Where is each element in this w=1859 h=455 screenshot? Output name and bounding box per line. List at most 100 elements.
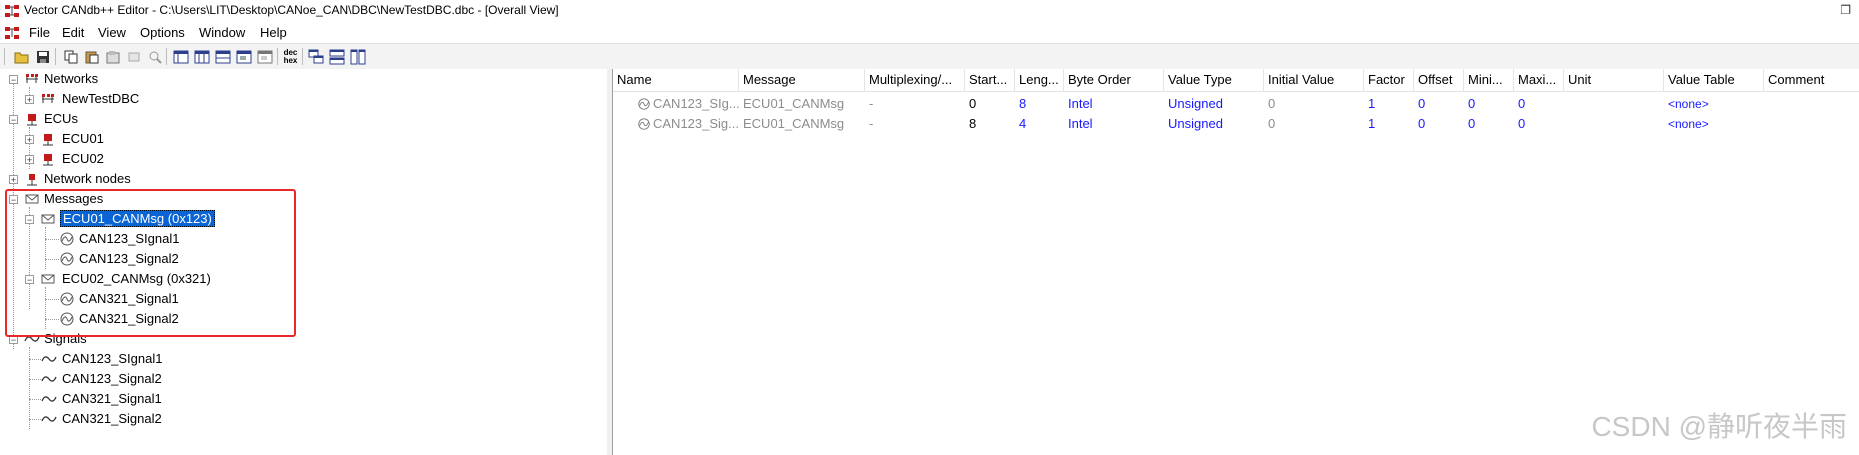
menu-bar: File Edit View Options Window Help	[0, 22, 1859, 43]
cell-maximum: 0	[1518, 96, 1526, 111]
col-unit[interactable]: Unit	[1564, 69, 1664, 91]
menu-edit[interactable]: Edit	[62, 25, 84, 40]
table-row[interactable]: CAN123_SIg... ECU01_CANMsg - 0 8 Intel U…	[613, 94, 1859, 114]
ecu-icon	[43, 134, 53, 146]
view5-icon[interactable]	[256, 48, 273, 65]
tree-signal-item[interactable]: CAN123_SIgnal1	[62, 349, 162, 369]
toolbar-separator	[55, 48, 56, 65]
signal-wave-icon	[41, 356, 57, 362]
tile-vertical-icon[interactable]	[349, 48, 366, 65]
cascade-icon[interactable]	[307, 48, 324, 65]
expander-ecu02[interactable]: +	[25, 155, 34, 165]
cell-unit	[1564, 114, 1664, 134]
col-multiplexing[interactable]: Multiplexing/...	[865, 69, 965, 91]
tree-ecu-ecu02[interactable]: ECU02	[62, 149, 104, 169]
expander-network-nodes[interactable]: +	[9, 175, 18, 185]
window-title: Vector CANdb++ Editor - C:\Users\LIT\Des…	[24, 3, 559, 17]
new-object-icon[interactable]	[104, 48, 121, 65]
cell-initial-value: 0	[1268, 96, 1276, 111]
table-row[interactable]: CAN123_Sig... ECU01_CANMsg - 8 4 Intel U…	[613, 114, 1859, 134]
cell-startbit: 8	[969, 116, 977, 131]
tree-connector	[29, 399, 41, 400]
open-icon[interactable]	[13, 48, 30, 65]
signal-grid[interactable]: Name Message Multiplexing/... Start... L…	[613, 69, 1859, 455]
view3-icon[interactable]	[214, 48, 231, 65]
tile-horizontal-icon[interactable]	[328, 48, 345, 65]
expander-ecu01[interactable]: +	[25, 135, 34, 145]
tree-network-newtestdbc[interactable]: NewTestDBC	[62, 89, 139, 109]
cell-initial-value: 0	[1268, 116, 1276, 131]
dec-hex-icon[interactable]: dec hex	[282, 48, 299, 65]
menu-help[interactable]: Help	[260, 25, 287, 40]
tree-network-nodes[interactable]: Network nodes	[44, 169, 131, 189]
toolbar-separator	[302, 48, 303, 65]
expander-newtestdbc[interactable]: +	[25, 95, 34, 105]
copy-icon[interactable]	[62, 48, 79, 65]
cell-comment	[1764, 94, 1859, 114]
menu-view[interactable]: View	[98, 25, 126, 40]
cell-offset: 0	[1418, 96, 1426, 111]
signal-wave-icon	[41, 396, 57, 402]
tree-ecus[interactable]: ECUs	[44, 109, 78, 129]
cell-value-table: <none>	[1668, 117, 1709, 131]
view2-icon[interactable]	[193, 48, 210, 65]
cell-offset: 0	[1418, 116, 1426, 131]
cell-minimum: 0	[1468, 116, 1476, 131]
signal-wave-icon	[41, 416, 57, 422]
save-icon[interactable]	[34, 48, 51, 65]
col-value-table[interactable]: Value Table	[1664, 69, 1764, 91]
tree-connector	[29, 359, 41, 360]
col-maximum[interactable]: Maxi...	[1514, 69, 1564, 91]
tree-signal-item[interactable]: CAN321_Signal1	[62, 389, 162, 409]
view1-icon[interactable]	[172, 48, 189, 65]
network-icon	[42, 94, 54, 103]
expander-networks[interactable]: −	[9, 75, 18, 85]
cell-multiplexing: -	[869, 116, 874, 131]
menu-file[interactable]: File	[29, 25, 50, 40]
cell-message: ECU01_CANMsg	[743, 116, 845, 131]
restore-window-icon[interactable]: ❐	[1840, 3, 1851, 17]
paste-icon[interactable]	[83, 48, 100, 65]
properties-icon[interactable]	[125, 48, 142, 65]
cell-minimum: 0	[1468, 96, 1476, 111]
col-byte-order[interactable]: Byte Order	[1064, 69, 1164, 91]
col-startbit[interactable]: Start...	[965, 69, 1015, 91]
tree-networks[interactable]: Networks	[44, 69, 98, 89]
tree-ecu-ecu01[interactable]: ECU01	[62, 129, 104, 149]
view4-icon[interactable]	[235, 48, 252, 65]
cell-startbit: 0	[969, 96, 977, 111]
signal-wave-icon	[41, 376, 57, 382]
watermark: CSDN @静听夜半雨	[1591, 411, 1847, 442]
col-initial-value[interactable]: Initial Value	[1264, 69, 1364, 91]
toolbar-separator	[166, 48, 167, 65]
tree-signal-item[interactable]: CAN321_Signal2	[62, 409, 162, 429]
col-factor[interactable]: Factor	[1364, 69, 1414, 91]
col-offset[interactable]: Offset	[1414, 69, 1464, 91]
col-comment[interactable]: Comment	[1764, 69, 1859, 91]
candb-app-icon	[5, 5, 19, 17]
document-system-menu-icon[interactable]	[4, 25, 20, 41]
col-name[interactable]: Name	[613, 69, 739, 91]
col-minimum[interactable]: Mini...	[1464, 69, 1514, 91]
cell-byte-order: Intel	[1068, 116, 1093, 131]
grid-header: Name Message Multiplexing/... Start... L…	[613, 69, 1859, 92]
tree-connector	[29, 419, 41, 420]
col-value-type[interactable]: Value Type	[1164, 69, 1264, 91]
menu-options[interactable]: Options	[140, 25, 185, 40]
cell-name: CAN123_SIg...	[653, 96, 739, 111]
network-icon	[26, 74, 38, 83]
col-length[interactable]: Leng...	[1015, 69, 1064, 91]
cell-message: ECU01_CANMsg	[743, 96, 845, 111]
cell-multiplexing: -	[869, 96, 874, 111]
cell-value-type: Unsigned	[1168, 116, 1223, 131]
tree-signal-item[interactable]: CAN123_Signal2	[62, 369, 162, 389]
menu-window[interactable]: Window	[199, 25, 245, 40]
cell-value-table: <none>	[1668, 97, 1709, 111]
expander-ecus[interactable]: −	[9, 115, 18, 125]
cell-factor: 1	[1368, 96, 1376, 111]
toolbar-separator	[277, 48, 278, 65]
network-node-icon	[27, 174, 37, 186]
toolbar-grip	[4, 48, 5, 65]
col-message[interactable]: Message	[739, 69, 865, 91]
delete-icon[interactable]	[146, 48, 163, 65]
